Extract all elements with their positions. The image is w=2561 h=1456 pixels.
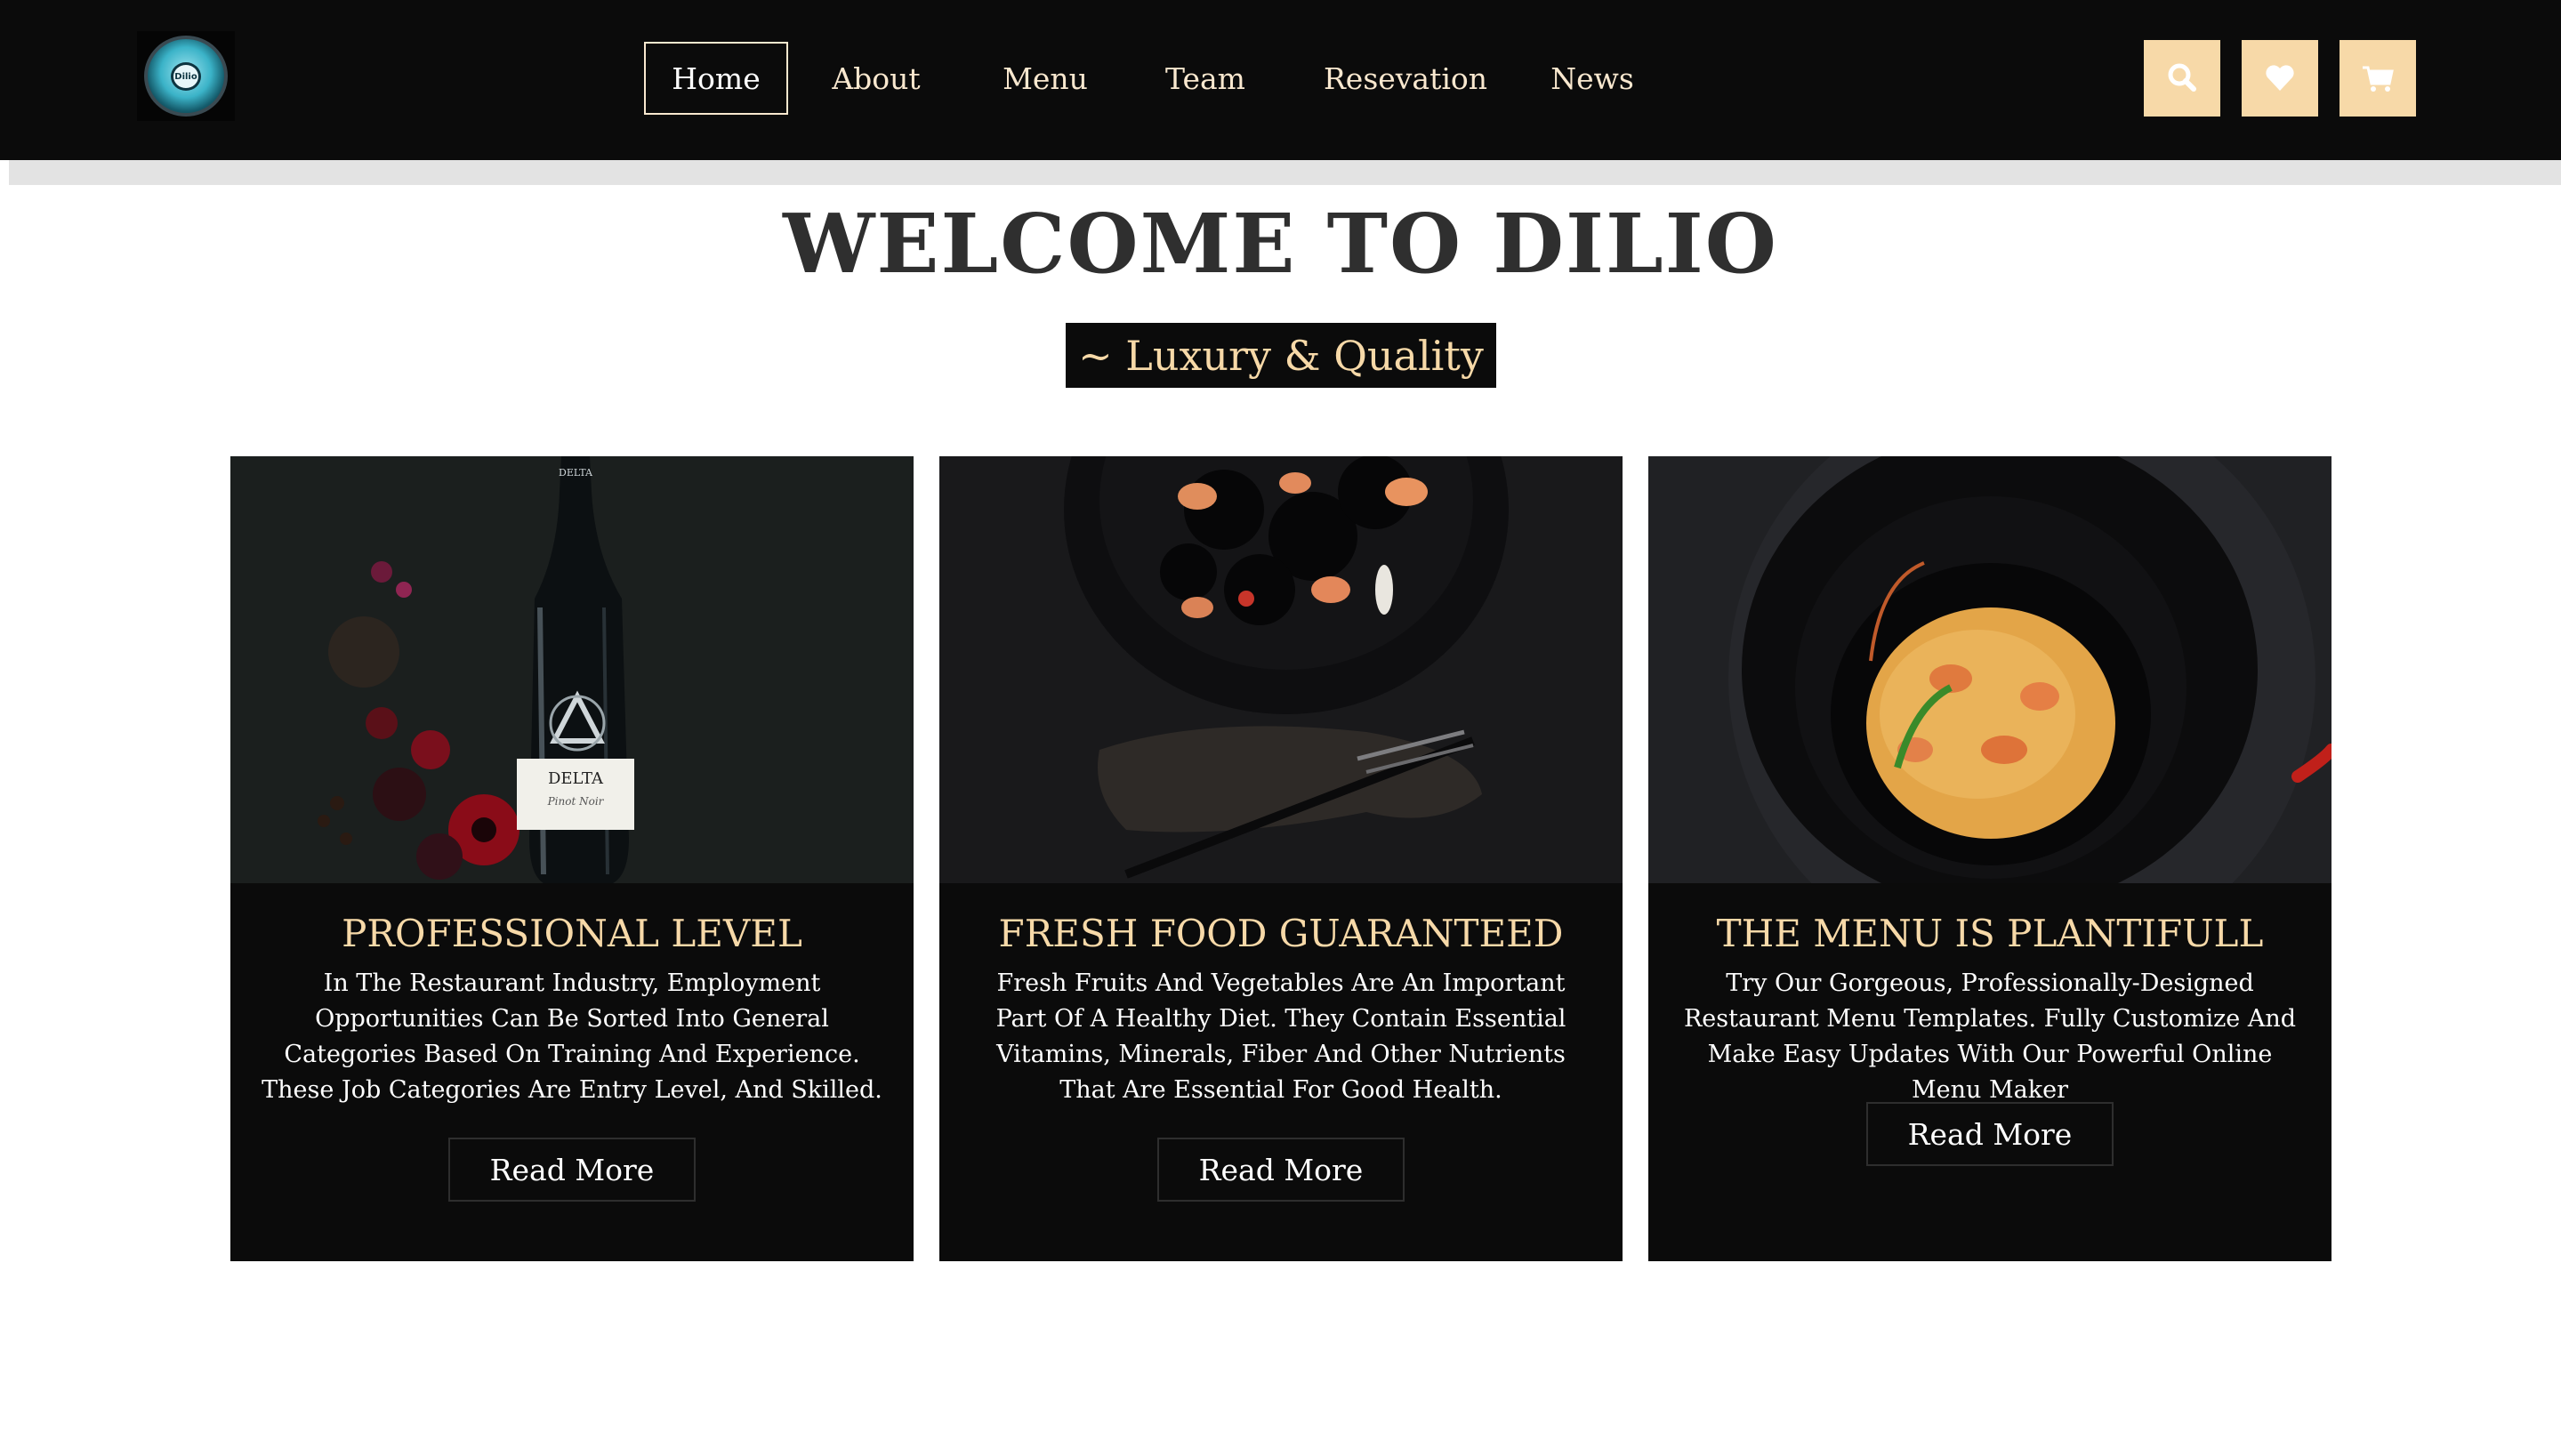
feature-card-professional: DELTA Pinot Noir DELTA PROFESSIONAL LEVE… [230,456,914,1261]
nav-reservation[interactable]: Resevation [1308,42,1503,115]
wishlist-button[interactable] [2242,40,2318,117]
card-title: FRESH FOOD GUARANTEED [998,912,1564,955]
cart-icon [2363,66,2394,92]
feature-card-fresh-food: FRESH FOOD GUARANTEED Fresh Fruits And V… [939,456,1623,1261]
bottle-label-variety: Pinot Noir [547,795,605,808]
logo-text: Dilio [171,62,201,91]
bottle-neck-label: DELTA [559,467,593,479]
main-nav: Home About Menu Team Resevation News [644,42,1650,115]
logo[interactable]: Dilio [137,31,235,121]
search-icon [2168,63,2196,92]
feature-card-menu: THE MENU IS PLANTIFULL Try Our Gorgeous,… [1648,456,2331,1261]
card-description: In The Restaurant Industry, Employment O… [262,969,882,1104]
nav-team[interactable]: Team [1152,42,1259,115]
site-header: Dilio Home About Menu Team Resevation Ne… [0,0,2561,160]
read-more-button[interactable]: Read More [1866,1102,2114,1166]
logo-badge-icon: Dilio [144,36,228,117]
card-description: Try Our Gorgeous, Professionally-Designe… [1683,969,2297,1104]
header-divider [9,160,2561,185]
cart-button[interactable] [2340,40,2416,117]
tagline-badge: ~ Luxury & Quality [1066,323,1496,388]
wine-bottle-image: DELTA Pinot Noir DELTA [230,456,914,883]
card-description: Fresh Fruits And Vegetables Are An Impor… [995,969,1566,1104]
curry-bowl-image [1648,456,2331,883]
nav-news[interactable]: News [1534,42,1650,115]
nav-menu[interactable]: Menu [983,42,1107,115]
read-more-button[interactable]: Read More [448,1138,696,1202]
bottle-label-brand: DELTA [548,769,604,788]
heart-icon [2266,65,2294,91]
card-title: PROFESSIONAL LEVEL [342,912,802,955]
nav-about[interactable]: About [809,42,943,115]
black-pasta-image [939,456,1623,883]
card-title: THE MENU IS PLANTIFULL [1716,912,2264,955]
search-button[interactable] [2144,40,2220,117]
read-more-button[interactable]: Read More [1157,1138,1405,1202]
nav-home[interactable]: Home [644,42,788,115]
page-title: WELCOME TO DILIO [783,196,1778,292]
